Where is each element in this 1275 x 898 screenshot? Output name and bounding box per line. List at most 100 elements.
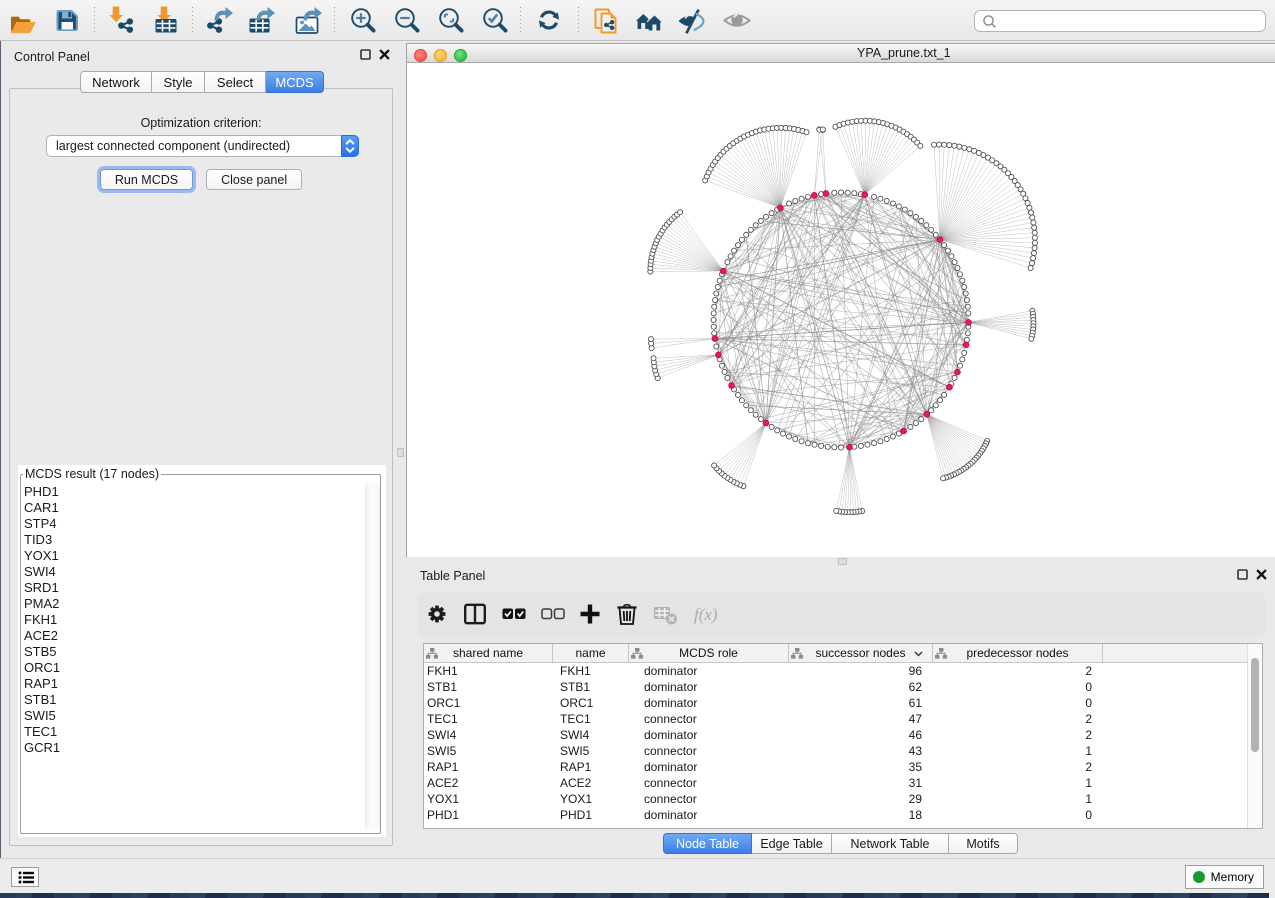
cell-MCDS-role: dominator bbox=[629, 695, 789, 711]
network-window-titlebar[interactable]: YPA_prune.txt_1 bbox=[407, 44, 1275, 63]
first-neighbors-icon[interactable] bbox=[635, 6, 663, 36]
zoom-out-icon[interactable] bbox=[392, 6, 420, 36]
mcds-result-item[interactable]: PMA2 bbox=[21, 596, 380, 612]
open-file-icon[interactable] bbox=[9, 6, 37, 36]
table-row[interactable]: SWI4SWI4dominator462 bbox=[424, 727, 1262, 743]
table-row[interactable]: TEC1TEC1connector472 bbox=[424, 711, 1262, 727]
export-network-icon[interactable] bbox=[205, 6, 233, 36]
mcds-result-item[interactable]: FKH1 bbox=[21, 612, 380, 628]
column-header-shared-name[interactable]: shared name bbox=[424, 644, 553, 662]
window-minimize-icon[interactable] bbox=[434, 49, 447, 62]
tab-select[interactable]: Select bbox=[205, 71, 266, 93]
optimization-criterion-label: Optimization criterion: bbox=[10, 116, 392, 130]
control-panel-float-icon[interactable] bbox=[360, 49, 371, 60]
table-row[interactable]: ORC1ORC1dominator610 bbox=[424, 695, 1262, 711]
column-header-predecessor-nodes[interactable]: predecessor nodes bbox=[933, 644, 1103, 662]
column-settings-icon[interactable] bbox=[424, 601, 450, 627]
run-mcds-button[interactable]: Run MCDS bbox=[100, 169, 193, 190]
select-all-icon[interactable] bbox=[501, 601, 527, 627]
tab-node-table[interactable]: Node Table bbox=[663, 833, 752, 854]
table-row[interactable]: RAP1RAP1dominator352 bbox=[424, 759, 1262, 775]
vertical-splitter[interactable] bbox=[395, 41, 406, 858]
table-row[interactable]: PHD1PHD1dominator180 bbox=[424, 807, 1262, 823]
vertical-splitter-grip[interactable] bbox=[397, 448, 404, 457]
fit-columns-icon[interactable] bbox=[462, 601, 488, 627]
zoom-fit-icon[interactable] bbox=[436, 6, 464, 36]
table-row[interactable]: FKH1FKH1dominator962 bbox=[424, 663, 1262, 679]
mcds-result-item[interactable]: STB5 bbox=[21, 644, 380, 660]
delete-column-icon[interactable] bbox=[614, 601, 640, 627]
delete-table-icon[interactable] bbox=[652, 601, 678, 627]
horizontal-splitter-grip[interactable] bbox=[838, 558, 847, 565]
tab-motifs[interactable]: Motifs bbox=[949, 833, 1018, 854]
toolbar-separator bbox=[334, 7, 335, 34]
task-history-button[interactable] bbox=[11, 867, 39, 887]
mcds-result-item[interactable]: RAP1 bbox=[21, 676, 380, 692]
mcds-result-item[interactable]: STP4 bbox=[21, 516, 380, 532]
column-header-name[interactable]: name bbox=[553, 644, 629, 662]
mcds-result-item[interactable]: ORC1 bbox=[21, 660, 380, 676]
import-network-icon[interactable] bbox=[108, 6, 136, 36]
hide-selected-icon[interactable] bbox=[678, 6, 706, 36]
mcds-result-item[interactable]: TEC1 bbox=[21, 724, 380, 740]
search-input[interactable] bbox=[974, 10, 1266, 32]
cell-name: ORC1 bbox=[553, 695, 629, 711]
cell-predecessor-nodes: 0 bbox=[933, 679, 1103, 695]
show-all-icon[interactable] bbox=[723, 6, 751, 36]
cell-successor-nodes: 46 bbox=[789, 727, 933, 743]
mcds-result-item[interactable]: YOX1 bbox=[21, 548, 380, 564]
function-builder-icon[interactable]: f(x) bbox=[691, 601, 717, 627]
mcds-result-item[interactable]: ACE2 bbox=[21, 628, 380, 644]
network-canvas[interactable] bbox=[407, 63, 1275, 557]
mcds-result-list[interactable]: PHD1CAR1STP4TID3YOX1SWI4SRD1PMA2FKH1ACE2… bbox=[21, 484, 380, 833]
zoom-in-icon[interactable] bbox=[348, 6, 376, 36]
tab-network-table[interactable]: Network Table bbox=[832, 833, 949, 854]
mcds-result-item[interactable]: TID3 bbox=[21, 532, 380, 548]
result-list-scrollbar[interactable] bbox=[365, 484, 380, 829]
zoom-selected-icon[interactable] bbox=[480, 6, 508, 36]
control-panel-close-icon[interactable] bbox=[379, 49, 390, 60]
attribute-icon bbox=[935, 648, 947, 659]
memory-button[interactable]: Memory bbox=[1185, 865, 1264, 889]
mcds-result-item[interactable]: SWI5 bbox=[21, 708, 380, 724]
horizontal-splitter[interactable] bbox=[406, 557, 1275, 566]
mcds-result-item[interactable]: CAR1 bbox=[21, 500, 380, 516]
mcds-action-buttons: Run MCDS Close panel bbox=[10, 169, 392, 190]
control-panel-tabs: NetworkStyleSelectMCDS bbox=[80, 71, 324, 93]
deselect-all-icon[interactable] bbox=[540, 601, 566, 627]
mcds-result-item[interactable]: GCR1 bbox=[21, 740, 380, 756]
tab-edge-table[interactable]: Edge Table bbox=[752, 833, 832, 854]
column-header-successor-nodes[interactable]: successor nodes bbox=[789, 644, 933, 662]
criterion-select[interactable]: largest connected component (undirected) bbox=[46, 135, 359, 157]
mcds-result-item[interactable]: SRD1 bbox=[21, 580, 380, 596]
cell-name: ACE2 bbox=[553, 775, 629, 791]
import-table-icon[interactable] bbox=[151, 6, 179, 36]
table-row[interactable]: STB1STB1dominator620 bbox=[424, 679, 1262, 695]
toolbar-separator bbox=[192, 7, 193, 34]
create-column-icon[interactable] bbox=[577, 601, 603, 627]
window-zoom-icon[interactable] bbox=[454, 49, 467, 62]
tab-network[interactable]: Network bbox=[80, 71, 152, 93]
network-graph bbox=[407, 63, 1275, 557]
mcds-result-item[interactable]: SWI4 bbox=[21, 564, 380, 580]
save-session-icon[interactable] bbox=[53, 6, 81, 36]
refresh-icon[interactable] bbox=[535, 6, 563, 36]
export-image-icon[interactable] bbox=[294, 6, 322, 36]
table-scrollbar[interactable] bbox=[1247, 644, 1262, 828]
clone-network-icon[interactable] bbox=[592, 6, 620, 36]
mcds-result-item[interactable]: PHD1 bbox=[21, 484, 380, 500]
table-panel-close-icon[interactable] bbox=[1256, 569, 1267, 580]
export-table-icon[interactable] bbox=[247, 6, 275, 36]
tab-style[interactable]: Style bbox=[152, 71, 205, 93]
table-row[interactable]: SWI5SWI5connector431 bbox=[424, 743, 1262, 759]
table-row[interactable]: YOX1YOX1connector291 bbox=[424, 791, 1262, 807]
table-panel-float-icon[interactable] bbox=[1237, 569, 1248, 580]
table-row[interactable]: ACE2ACE2connector311 bbox=[424, 775, 1262, 791]
close-panel-button[interactable]: Close panel bbox=[206, 169, 302, 190]
column-header-MCDS-role[interactable]: MCDS role bbox=[629, 644, 789, 662]
tab-mcds[interactable]: MCDS bbox=[266, 71, 324, 93]
mcds-result-item[interactable]: STB1 bbox=[21, 692, 380, 708]
table-scrollbar-thumb[interactable] bbox=[1251, 658, 1259, 752]
window-close-icon[interactable] bbox=[414, 49, 427, 62]
table-panel-tabs: Node TableEdge TableNetwork TableMotifs bbox=[406, 833, 1275, 854]
